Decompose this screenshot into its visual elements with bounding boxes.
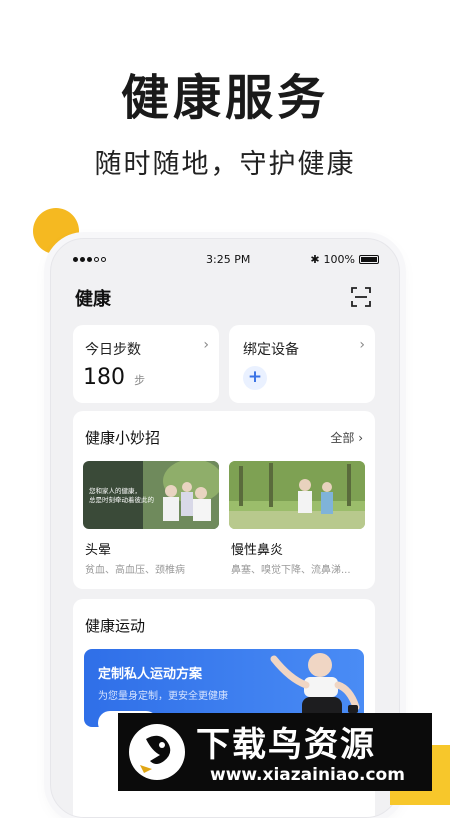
phone-side-button	[44, 336, 48, 376]
tip-name-rhinitis: 慢性鼻炎	[231, 543, 284, 558]
chevron-right-icon: ›	[203, 337, 209, 353]
tip-image-dizziness[interactable]: 您和家人的健康， 总是时刻牵动着彼此的	[83, 461, 219, 529]
tip-image-caption: 总是时刻牵动着彼此的	[89, 496, 154, 504]
tip-name-dizziness: 头晕	[85, 543, 112, 558]
banner-subtitle: 为您量身定制，更安全更健康	[98, 691, 228, 702]
tips-card: 健康小妙招 全部 › 您和家人的健康， 总是时刻牵动着彼此的 头晕 贫血、高血压	[73, 411, 375, 589]
steps-value: 180	[83, 365, 125, 390]
status-bar: 3:25 PM ✱ 100%	[73, 251, 379, 267]
tip-image-rhinitis[interactable]	[229, 461, 365, 529]
exercise-title: 健康运动	[85, 617, 146, 635]
status-time: 3:25 PM	[206, 252, 251, 266]
chevron-right-icon: ›	[359, 337, 365, 353]
watermark-url: www.xiazainiao.com	[210, 765, 405, 785]
battery-indicator: ✱ 100%	[310, 253, 379, 266]
device-card[interactable]: 绑定设备 › +	[229, 325, 375, 403]
steps-card[interactable]: 今日步数 › 180 步	[73, 325, 219, 403]
tip-desc-rhinitis: 鼻塞、嗅觉下降、流鼻涕...	[231, 565, 351, 576]
add-device-button[interactable]: +	[243, 366, 267, 390]
steps-card-title: 今日步数	[85, 342, 141, 358]
app-title: 健康	[75, 289, 111, 310]
tip-image-caption: 您和家人的健康，	[89, 487, 141, 495]
phone-power-button	[402, 350, 406, 410]
bluetooth-icon: ✱	[310, 252, 320, 266]
park-photo-illustration	[229, 461, 365, 529]
tip-desc-dizziness: 贫血、高血压、颈椎病	[85, 565, 185, 576]
device-card-title: 绑定设备	[243, 342, 299, 358]
tips-all-link[interactable]: 全部 ›	[330, 429, 363, 446]
promo-headline: 健康服务	[120, 70, 329, 126]
watermark-banner: 下载鸟资源 www.xiazainiao.com	[118, 713, 432, 791]
phone-side-button	[44, 300, 48, 322]
battery-percent: 100%	[323, 252, 355, 266]
tips-all-label: 全部	[330, 431, 355, 445]
phone-side-button	[44, 386, 48, 426]
tips-title: 健康小妙招	[85, 429, 161, 447]
scan-icon[interactable]	[351, 287, 371, 307]
signal-icon	[73, 256, 106, 262]
promo-subline: 随时随地，守护健康	[94, 149, 356, 180]
battery-icon	[359, 254, 379, 264]
steps-unit: 步	[134, 374, 146, 387]
bird-logo-icon	[129, 724, 185, 780]
watermark-title: 下载鸟资源	[196, 725, 376, 765]
banner-title: 定制私人运动方案	[98, 667, 203, 682]
